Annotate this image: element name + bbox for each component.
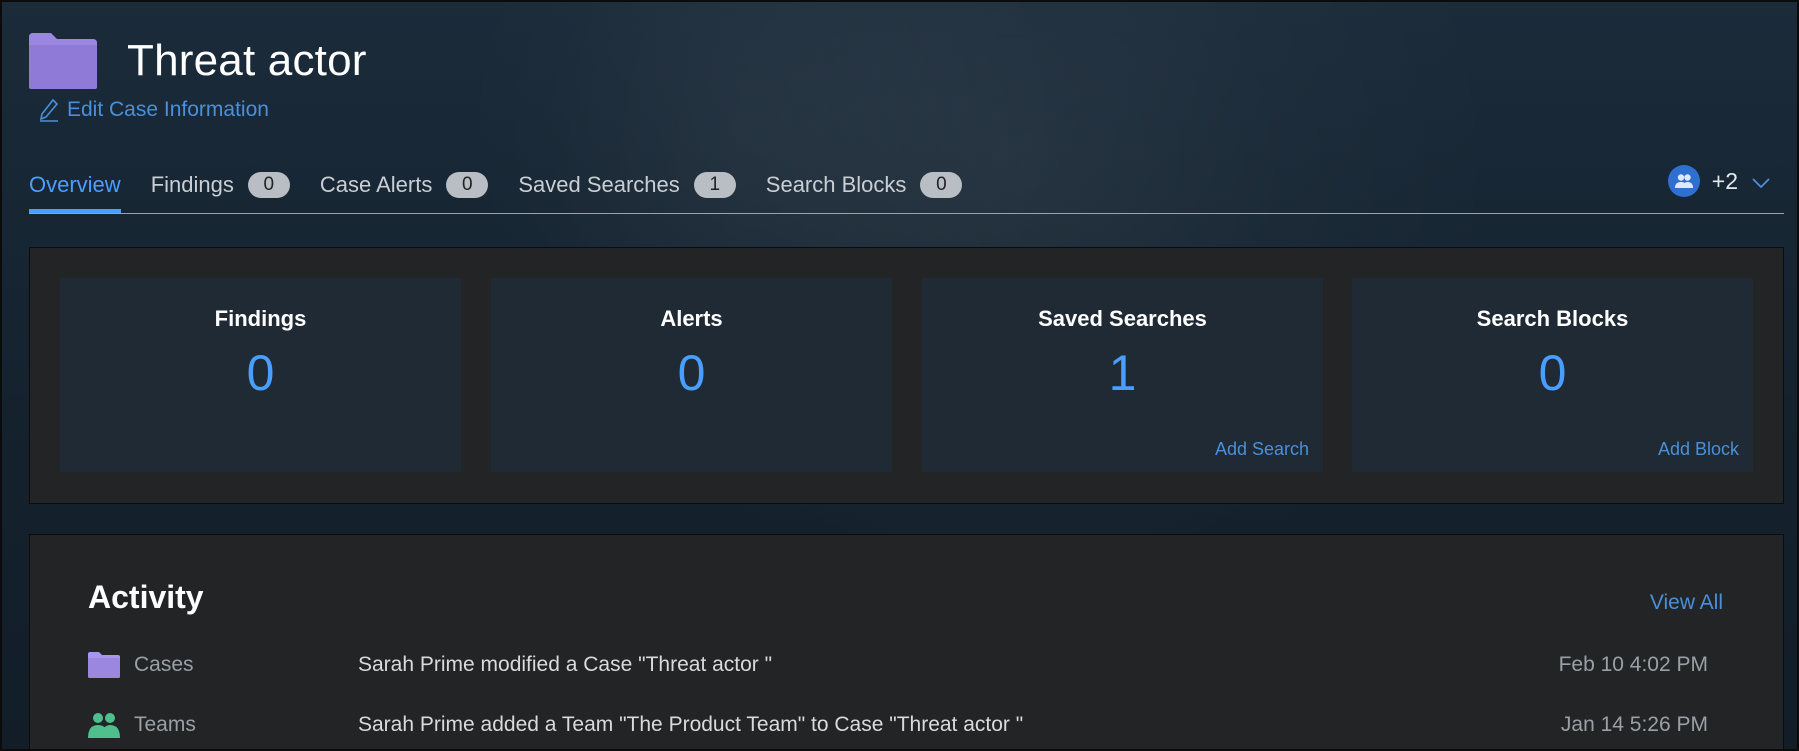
folder-icon (29, 33, 97, 89)
stat-card-alerts[interactable]: Alerts 0 (491, 278, 892, 472)
activity-row[interactable]: Teams Sarah Prime added a Team "The Prod… (88, 705, 1708, 745)
page-title: Threat actor (127, 36, 367, 85)
count-badge: 1 (693, 172, 736, 198)
stat-card-saved-searches[interactable]: Saved Searches 1 Add Search (922, 278, 1323, 472)
stat-card-findings[interactable]: Findings 0 (60, 278, 461, 472)
tab-label: Overview (29, 172, 121, 197)
stat-value: 0 (1538, 345, 1567, 401)
activity-timestamp: Feb 10 4:02 PM (1558, 653, 1708, 676)
members-dropdown[interactable]: +2 (1667, 165, 1770, 197)
activity-panel: Activity View All Cases Sarah Prime modi… (29, 534, 1784, 749)
stat-label: Findings (214, 306, 307, 331)
stat-value: 0 (677, 345, 706, 401)
tab-label: Saved Searches (518, 172, 680, 197)
tab-overview[interactable]: Overview (29, 159, 121, 213)
tab-case-alerts[interactable]: Case Alerts 0 (320, 159, 489, 211)
case-page: Threat actor Edit Case Information Overv… (0, 0, 1799, 751)
stat-label: Alerts (660, 306, 723, 331)
stat-label: Search Blocks (1476, 306, 1629, 331)
tab-saved-searches[interactable]: Saved Searches 1 (518, 159, 736, 211)
stats-panel: Findings 0 Alerts 0 Saved Searches 1 Add… (29, 247, 1784, 504)
edit-case-information-label: Edit Case Information (67, 98, 269, 121)
stat-value: 1 (1108, 345, 1137, 401)
users-icon (1667, 165, 1700, 197)
stat-card-search-blocks[interactable]: Search Blocks 0 Add Block (1352, 278, 1753, 472)
case-header: Threat actor Edit Case Information (29, 30, 1789, 122)
title-row: Threat actor (29, 30, 1789, 92)
activity-title: Activity (88, 579, 204, 615)
members-extra-count: +2 (1711, 167, 1738, 194)
count-badge: 0 (247, 172, 290, 198)
team-icon (88, 712, 120, 738)
activity-type-label: Teams (134, 713, 196, 736)
tab-label: Case Alerts (319, 172, 433, 197)
add-search-link[interactable]: Add Search (1215, 439, 1309, 460)
folder-icon (88, 652, 120, 678)
activity-timestamp: Jan 14 5:26 PM (1560, 713, 1708, 736)
stat-value: 0 (246, 345, 275, 401)
edit-case-information-link[interactable]: Edit Case Information (39, 98, 1789, 122)
count-badge: 0 (446, 172, 489, 198)
chevron-down-icon (1752, 168, 1770, 195)
case-tabs: Overview Findings 0 Case Alerts 0 Saved … (29, 159, 1784, 214)
tab-findings[interactable]: Findings 0 (151, 159, 290, 211)
activity-type: Cases (88, 652, 358, 678)
add-block-link[interactable]: Add Block (1658, 439, 1739, 460)
activity-description: Sarah Prime added a Team "The Product Te… (358, 713, 1024, 736)
view-all-link[interactable]: View All (1650, 591, 1723, 615)
tab-search-blocks[interactable]: Search Blocks 0 (766, 159, 963, 211)
activity-type: Teams (88, 712, 358, 738)
tab-label: Search Blocks (765, 172, 907, 197)
activity-type-label: Cases (134, 653, 194, 676)
count-badge: 0 (920, 172, 963, 198)
stat-label: Saved Searches (1038, 306, 1207, 331)
pencil-icon (39, 98, 59, 122)
activity-description: Sarah Prime modified a Case "Threat acto… (358, 653, 773, 676)
tab-label: Findings (150, 172, 234, 197)
activity-row[interactable]: Cases Sarah Prime modified a Case "Threa… (88, 645, 1708, 685)
